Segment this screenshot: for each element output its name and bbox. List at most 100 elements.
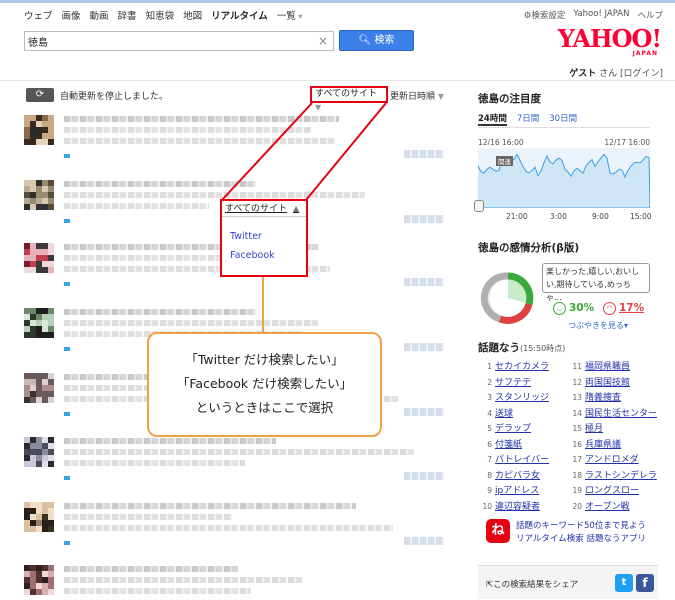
- tweet-text-line: [64, 181, 256, 187]
- hot-word-rank: 17: [572, 455, 582, 464]
- tweet-source-icon: [64, 282, 70, 286]
- tweet-text-line: [64, 192, 365, 198]
- hot-word-keyword[interactable]: スタンリッジ: [495, 393, 549, 403]
- hot-word-item[interactable]: 19 ロングスロー: [570, 483, 657, 499]
- hot-word-keyword[interactable]: 付箋紙: [495, 440, 522, 450]
- hot-word-item[interactable]: 3 スタンリッジ: [480, 390, 549, 406]
- hot-word-item[interactable]: 2 サフテテ: [480, 375, 549, 391]
- hot-word-item[interactable]: 6 付箋紙: [480, 437, 549, 453]
- yahoo-logo[interactable]: YAHOO!: [558, 27, 662, 51]
- login-link[interactable]: [ログイン]: [620, 69, 663, 79]
- hot-word-keyword[interactable]: アンドロメダ: [585, 455, 639, 465]
- tweet-item: [24, 434, 444, 494]
- hot-word-item[interactable]: 5 デラップ: [480, 421, 549, 437]
- search-settings-link[interactable]: ⚙検索設定: [524, 9, 566, 21]
- clear-icon[interactable]: ×: [318, 34, 328, 48]
- hot-word-item[interactable]: 8 カピバラ女: [480, 468, 549, 484]
- hot-word-keyword[interactable]: 両国国技館: [585, 378, 630, 388]
- hot-word-rank: 4: [487, 408, 492, 418]
- x-tick: 21:00: [506, 212, 528, 221]
- tab-7d[interactable]: 7日間: [517, 112, 539, 126]
- yahoo-japan-link[interactable]: Yahoo! JAPAN: [573, 9, 629, 21]
- twitter-icon[interactable]: t: [615, 574, 633, 592]
- service-links: ウェブ 画像 動画 辞書 知恵袋 地図 リアルタイム 一覧: [24, 8, 302, 22]
- see-tweets-link[interactable]: つぶやきを見る▾: [568, 320, 628, 331]
- hot-word-item[interactable]: 14 国民生活センター: [570, 406, 657, 422]
- hot-word-item[interactable]: 9 ipアドレス: [480, 483, 549, 499]
- nav-web[interactable]: ウェブ: [24, 8, 53, 22]
- tweet-source-icon: [64, 476, 70, 480]
- hot-word-keyword[interactable]: 福岡県職員: [585, 362, 630, 372]
- dropdown-option-facebook[interactable]: Facebook: [222, 250, 306, 261]
- hot-word-item[interactable]: 16 兵庫県議: [570, 437, 657, 453]
- hot-word-keyword[interactable]: ロングスロー: [585, 486, 639, 496]
- nav-realtime[interactable]: リアルタイム: [211, 8, 268, 22]
- app-icon[interactable]: ね: [486, 519, 510, 543]
- sort-select[interactable]: 更新日時順 ▼: [390, 89, 444, 102]
- hot-word-keyword[interactable]: カピバラ女: [495, 471, 540, 481]
- hot-word-keyword[interactable]: ipアドレス: [495, 486, 539, 496]
- negative-percent[interactable]: 17%: [619, 302, 644, 314]
- hot-word-item[interactable]: 11 福岡県職員: [570, 359, 657, 375]
- dropdown-selected[interactable]: すべてのサイト ▲: [222, 201, 306, 217]
- hot-word-keyword[interactable]: ラストシンデレラ: [585, 471, 657, 481]
- hot-word-keyword[interactable]: 極月: [585, 424, 603, 434]
- hot-word-item[interactable]: 17 アンドロメダ: [570, 452, 657, 468]
- hot-word-rank: 13: [572, 393, 582, 402]
- nav-map[interactable]: 地図: [183, 8, 202, 22]
- tweet-text-line: [64, 460, 245, 466]
- hot-word-keyword[interactable]: 国民生活センター: [585, 409, 657, 419]
- hot-word-rank: 20: [572, 501, 582, 511]
- hot-word-item[interactable]: 12 両国国技館: [570, 375, 657, 391]
- hot-word-keyword[interactable]: デラップ: [495, 424, 531, 434]
- hot-word-rank: 3: [487, 393, 492, 402]
- hot-word-item[interactable]: 13 隋義捜査: [570, 390, 657, 406]
- hot-word-item[interactable]: 4 送球: [480, 406, 549, 422]
- nav-image[interactable]: 画像: [62, 8, 81, 22]
- annotation-callout: 「Twitter だけ検索したい」 「Facebook だけ検索したい」 という…: [147, 332, 382, 437]
- tab-24h[interactable]: 24時間: [478, 112, 507, 126]
- nav-chiebukuro[interactable]: 知恵袋: [146, 8, 175, 22]
- hot-word-keyword[interactable]: 違辺容疑者: [495, 502, 540, 512]
- hot-word-item[interactable]: 1 セカイカメラ: [480, 359, 549, 375]
- nav-more[interactable]: 一覧: [277, 8, 303, 22]
- hot-word-item[interactable]: 20 オープン戦: [570, 499, 657, 515]
- hot-word-rank: 5: [487, 424, 492, 433]
- tab-30d[interactable]: 30日間: [549, 112, 577, 126]
- hot-word-keyword[interactable]: パトレイバー: [495, 455, 549, 465]
- header-divider: [0, 80, 675, 81]
- smile-icon: ◡: [553, 302, 566, 315]
- hot-word-rank: 8: [487, 470, 492, 480]
- nav-video[interactable]: 動画: [90, 8, 109, 22]
- hot-word-item[interactable]: 15 極月: [570, 421, 657, 437]
- tweet-text-line: [64, 320, 318, 326]
- hot-word-keyword[interactable]: 兵庫県議: [585, 440, 621, 450]
- avatar: [24, 180, 54, 210]
- hot-word-keyword[interactable]: オープン戦: [585, 502, 629, 512]
- hot-word-rank: 19: [572, 486, 582, 495]
- trend-slider-handle[interactable]: [474, 200, 484, 212]
- nav-dictionary[interactable]: 辞書: [118, 8, 137, 22]
- search-input[interactable]: [25, 32, 305, 50]
- hot-word-item[interactable]: 18 ラストシンデレラ: [570, 468, 657, 484]
- tweet-text-line: [64, 577, 303, 583]
- hot-word-item[interactable]: 7 パトレイバー: [480, 452, 549, 468]
- hot-word-keyword[interactable]: 送球: [495, 409, 513, 419]
- tweet-text-line: [64, 255, 223, 261]
- hot-word-keyword[interactable]: セカイカメラ: [495, 362, 549, 372]
- emotion-donut: [480, 272, 534, 324]
- dropdown-option-twitter[interactable]: Twitter: [222, 231, 306, 242]
- hot-word-keyword[interactable]: サフテテ: [495, 378, 531, 388]
- help-link[interactable]: ヘルプ: [637, 9, 663, 21]
- app-promo-line: 話題のキーワード50位まで見よう: [516, 521, 646, 531]
- search-button[interactable]: 🔍︎ 検索: [339, 30, 414, 51]
- refresh-button[interactable]: ⟳: [26, 88, 54, 102]
- app-promo[interactable]: 話題のキーワード50位まで見よう リアルタイム検索 話題なうアプリ: [516, 520, 646, 546]
- hot-word-keyword[interactable]: 隋義捜査: [585, 393, 621, 403]
- hot-words-time: (15:50時点): [520, 344, 566, 353]
- avatar: [24, 565, 54, 595]
- site-filter-select[interactable]: すべてのサイト ▼: [310, 86, 388, 112]
- positive-percent: 30%: [569, 302, 595, 314]
- hot-word-item[interactable]: 10 違辺容疑者: [480, 499, 549, 515]
- facebook-icon[interactable]: f: [636, 574, 654, 592]
